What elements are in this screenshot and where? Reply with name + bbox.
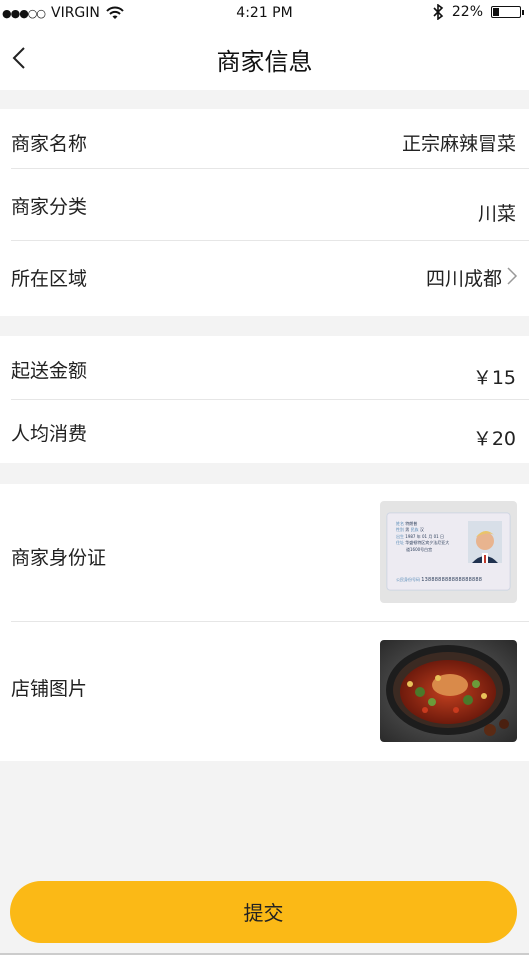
submit-button[interactable]: 提交: [10, 881, 517, 943]
documents-section: 商家身份证 姓名 特朗普 性别 男 民族 汉 出生 1987 年 01 月 01…: [0, 484, 529, 761]
basic-info-section: 商家名称 正宗麻辣冒菜 商家分类 川菜 所在区域 四川成都: [0, 109, 529, 316]
merchant-name-value: 正宗麻辣冒菜: [401, 133, 516, 155]
bluetooth-icon: [433, 4, 444, 20]
dish-photo: [380, 640, 517, 742]
avg-spend-value: ￥20: [472, 428, 516, 450]
id-gender: 男: [405, 527, 410, 533]
avg-spend-label: 人均消费: [11, 423, 88, 445]
chevron-right-icon: [507, 267, 518, 285]
id-ethnicity: 汉: [419, 527, 424, 533]
store-photo-label: 店铺图片: [11, 678, 88, 700]
min-order-label: 起送金额: [11, 360, 88, 382]
store-photo-row[interactable]: 店铺图片: [0, 622, 529, 761]
id-card-image[interactable]: 姓名 特朗普 性别 男 民族 汉 出生 1987 年 01 月 01 日 住址 …: [380, 501, 517, 603]
merchant-name-label: 商家名称: [11, 133, 88, 155]
id-ethnicity-label: 民族: [410, 527, 419, 533]
status-bar: ●●●○○ VIRGIN 4:21 PM 22%: [0, 0, 529, 28]
battery-level: [493, 8, 500, 16]
id-address-line1: 华盛顿特区宾夕法尼亚大: [405, 540, 450, 546]
id-address-line2: 道1600号白宫: [406, 546, 433, 552]
min-order-value: ￥15: [472, 367, 516, 389]
region-label: 所在区域: [11, 268, 88, 290]
id-address-label: 住址: [396, 540, 404, 546]
merchant-category-row[interactable]: 商家分类 川菜: [0, 169, 529, 241]
id-card-label: 商家身份证: [11, 547, 107, 569]
merchant-category-label: 商家分类: [11, 196, 88, 218]
store-photo-image[interactable]: [380, 640, 517, 742]
id-number: 138888888888888888: [421, 577, 483, 583]
battery-percent: 22%: [451, 4, 483, 20]
id-number-label: 公民身份号码: [396, 577, 420, 582]
navigation-bar: 商家信息: [0, 28, 529, 90]
pricing-section: 起送金额 ￥15 人均消费 ￥20: [0, 336, 529, 463]
avg-spend-row[interactable]: 人均消费 ￥20: [0, 400, 529, 463]
merchant-name-row[interactable]: 商家名称 正宗麻辣冒菜: [0, 109, 529, 169]
id-name-label: 姓名: [396, 521, 404, 526]
region-value: 四川成都: [425, 268, 502, 290]
id-gender-label: 性别: [396, 527, 404, 533]
id-name: 特朗普: [405, 521, 418, 526]
id-birth: 1987 年 01 月 01 日: [405, 533, 444, 539]
battery-icon: [491, 6, 524, 18]
page-title: 商家信息: [216, 48, 313, 76]
id-card-row[interactable]: 商家身份证 姓名 特朗普 性别 男 民族 汉 出生 1987 年 01 月 01…: [0, 484, 529, 621]
id-birth-label: 出生: [396, 533, 404, 539]
min-order-row[interactable]: 起送金额 ￥15: [0, 336, 529, 399]
region-row[interactable]: 所在区域 四川成都: [0, 241, 529, 316]
merchant-category-value: 川菜: [477, 203, 516, 225]
